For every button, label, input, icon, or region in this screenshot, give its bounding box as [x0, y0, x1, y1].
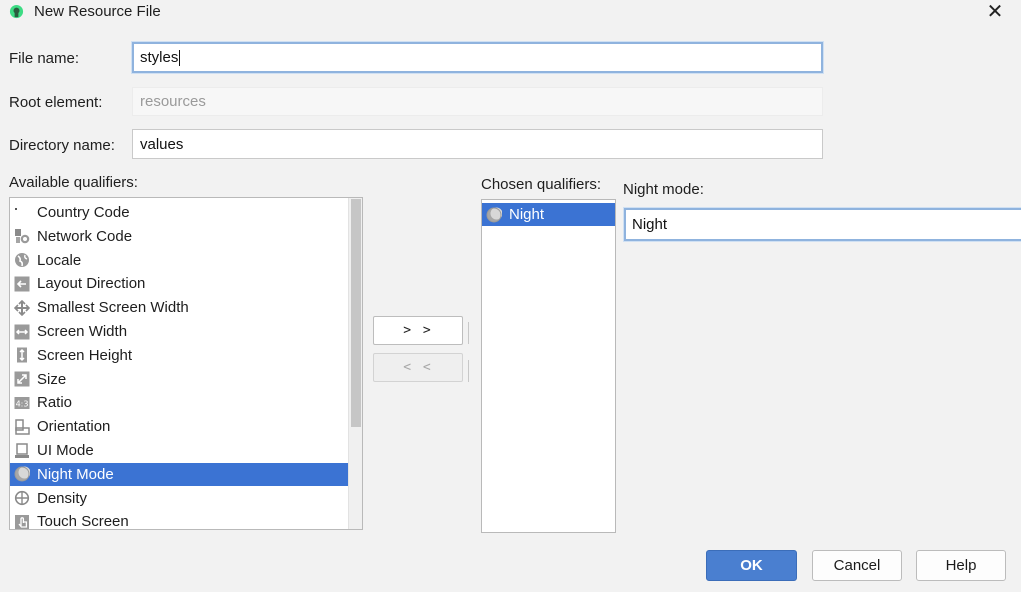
chosen-qualifiers-list[interactable]: Night	[481, 199, 616, 533]
qualifier-item-label: Size	[37, 370, 67, 388]
title-bar: New Resource File ✕	[0, 0, 1021, 26]
network-code-icon	[14, 228, 30, 244]
help-button[interactable]: Help	[916, 550, 1006, 581]
root-element-input: resources	[132, 87, 823, 116]
scrollbar-thumb[interactable]	[351, 199, 361, 427]
qualifier-item-label: Layout Direction	[37, 275, 146, 293]
night-mode-icon	[14, 466, 30, 482]
density-icon	[14, 490, 30, 506]
qualifier-item-touch-screen[interactable]: Touch Screen	[10, 510, 362, 530]
file-name-input[interactable]: styles	[132, 42, 823, 73]
qualifier-item-label: Country Code	[37, 204, 130, 221]
file-name-label: File name:	[9, 50, 80, 67]
directory-name-label: Directory name:	[9, 137, 115, 154]
qualifier-item-label: Screen Width	[37, 323, 128, 340]
qualifier-item-label: Ratio	[37, 394, 73, 412]
available-qualifiers-label: Available qualifiers:	[9, 174, 138, 191]
directory-name-input[interactable]: values	[132, 129, 823, 159]
qualifier-item-night[interactable]: Night	[482, 203, 615, 226]
qualifier-item-screen-height[interactable]: Screen Height	[10, 344, 362, 367]
qualifier-item-label: Touch Screen	[37, 513, 129, 530]
qualifier-item-label: Density	[37, 489, 88, 507]
qualifier-item-screen-width[interactable]: Screen Width	[10, 320, 362, 343]
divider	[468, 360, 469, 382]
ui-mode-icon	[14, 442, 30, 459]
qualifier-item-network-code[interactable]: Network Code	[10, 225, 362, 248]
qualifier-item-label: Orientation	[37, 418, 111, 436]
qualifier-item-smallest-screen-width[interactable]: Smallest Screen Width	[10, 296, 362, 319]
orientation-icon	[14, 418, 30, 435]
qualifier-item-locale[interactable]: Locale	[10, 249, 362, 272]
qualifier-item-size[interactable]: Size	[10, 368, 362, 391]
night-mode-label: Night mode:	[623, 181, 704, 198]
root-element-label: Root element:	[9, 94, 103, 111]
text-caret	[179, 49, 181, 66]
ratio-icon: 4:3	[14, 395, 30, 411]
night-mode-icon	[486, 207, 502, 223]
qualifier-item-label: Night	[509, 206, 545, 223]
qualifier-item-night-mode[interactable]: Night Mode	[10, 462, 362, 486]
qualifier-item-label: Night Mode	[37, 465, 114, 483]
add-qualifier-button[interactable]: > >	[373, 316, 463, 345]
root-element-placeholder: resources	[140, 93, 206, 110]
smallest-width-icon	[14, 299, 30, 316]
size-icon	[14, 371, 30, 387]
qualifier-item-density[interactable]: Density	[10, 487, 362, 510]
qualifier-item-country-code[interactable]: Country Code	[10, 201, 362, 224]
file-name-value: styles	[140, 49, 179, 66]
svg-text:4:3: 4:3	[16, 399, 29, 408]
android-studio-icon	[9, 4, 24, 19]
close-button[interactable]: ✕	[984, 1, 1006, 23]
divider	[468, 322, 469, 344]
window-title: New Resource File	[34, 3, 161, 20]
qualifier-item-orientation[interactable]: Orientation	[10, 415, 362, 438]
dot-icon	[14, 205, 30, 221]
screen-height-icon	[14, 347, 30, 363]
night-mode-select[interactable]: Night	[624, 208, 1021, 241]
qualifier-item-ui-mode[interactable]: UI Mode	[10, 439, 362, 462]
qualifier-item-layout-direction[interactable]: Layout Direction	[10, 272, 362, 295]
globe-icon	[14, 252, 30, 268]
screen-width-icon	[14, 324, 30, 340]
qualifier-item-label: Screen Height	[37, 346, 133, 364]
qualifier-item-label: Network Code	[37, 227, 133, 245]
layout-direction-icon	[14, 276, 30, 292]
qualifier-item-label: Locale	[37, 251, 82, 269]
directory-name-value: values	[140, 135, 184, 153]
list-scrollbar[interactable]	[348, 198, 362, 529]
qualifier-item-label: Smallest Screen Width	[37, 299, 189, 317]
chosen-qualifiers-label: Chosen qualifiers:	[481, 176, 602, 193]
ok-button[interactable]: OK	[706, 550, 797, 581]
touch-screen-icon	[14, 514, 30, 529]
qualifier-item-label: UI Mode	[37, 442, 94, 459]
night-mode-value: Night	[632, 216, 668, 233]
available-qualifiers-list[interactable]: Country Code Network Code Locale Layout Dir…	[9, 197, 363, 530]
cancel-button[interactable]: Cancel	[812, 550, 902, 581]
remove-qualifier-button[interactable]: < <	[373, 353, 463, 382]
qualifier-item-ratio[interactable]: 4:3 Ratio	[10, 391, 362, 414]
